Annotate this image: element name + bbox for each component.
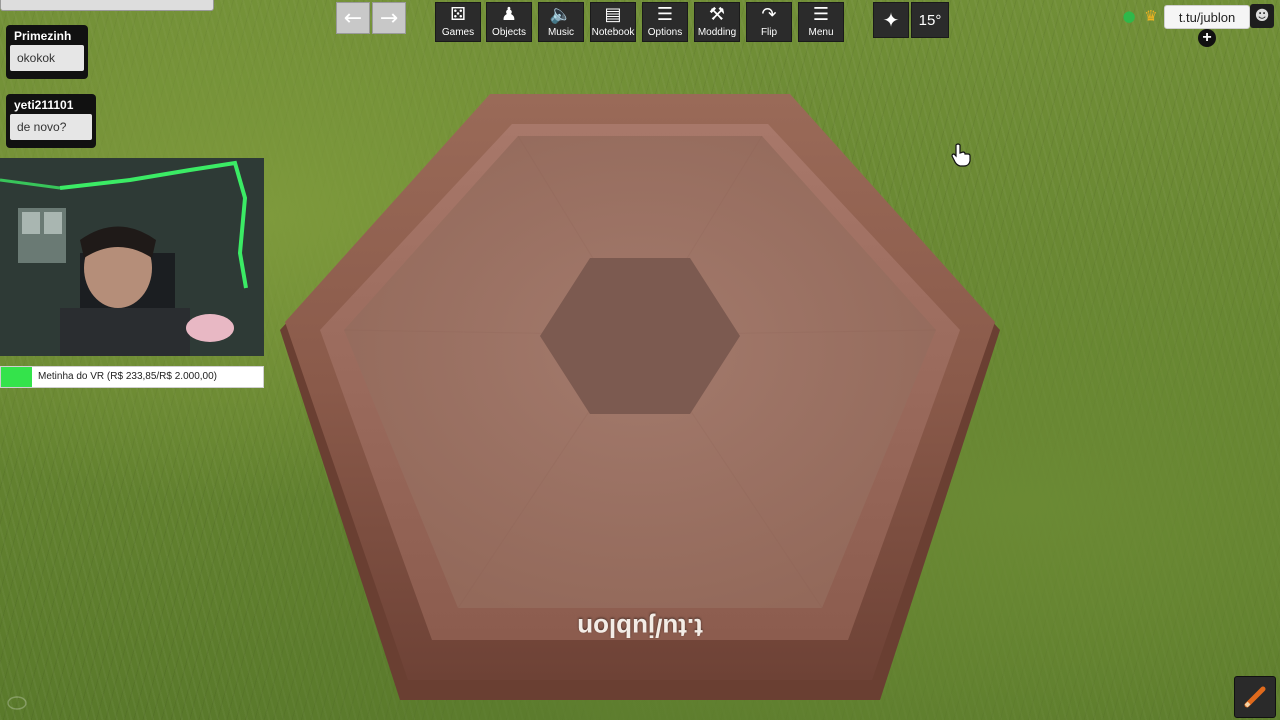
- options-button[interactable]: ☰ Options: [642, 2, 688, 42]
- chat-username: yeti211101: [14, 98, 74, 112]
- menu-icon: ☰: [812, 4, 830, 25]
- notebook-label: Notebook: [591, 27, 635, 38]
- modding-button[interactable]: ⚒ Modding: [694, 2, 740, 42]
- flip-label: Flip: [760, 27, 778, 38]
- crown-icon: ♛: [1144, 7, 1158, 25]
- chat-bubble-icon[interactable]: [6, 696, 28, 712]
- goal-progress-fill: [1, 367, 32, 387]
- options-icon: ☰: [656, 4, 674, 25]
- options-label: Options: [647, 27, 683, 38]
- arrow-right-icon[interactable]: →: [372, 2, 406, 34]
- chat-message: Primezinh okokok: [6, 25, 88, 79]
- arrow-left-icon[interactable]: ←: [336, 2, 370, 34]
- webcam-scene: [0, 158, 264, 356]
- hand-cursor-icon: [951, 143, 971, 167]
- flip-icon: ↷: [761, 4, 777, 25]
- modding-icon: ⚒: [708, 4, 726, 25]
- music-button[interactable]: 🔈 Music: [538, 2, 584, 42]
- pencil-tool-button[interactable]: [1234, 676, 1276, 718]
- avatar-icon[interactable]: ☻: [1250, 4, 1274, 28]
- goal-text: Metinha do VR (R$ 233,85/R$ 2.000,00): [38, 371, 217, 382]
- objects-icon: ♟: [500, 4, 518, 25]
- menu-label: Menu: [808, 27, 834, 38]
- notebook-icon: ▤: [604, 4, 622, 25]
- chat-text: de novo?: [10, 114, 92, 140]
- objects-label: Objects: [492, 27, 526, 38]
- modding-label: Modding: [697, 27, 737, 38]
- notebook-button[interactable]: ▤ Notebook: [590, 2, 636, 42]
- table-label: t.tu/jublon: [577, 613, 703, 643]
- rotation-angle[interactable]: 15°: [911, 2, 949, 38]
- flip-button[interactable]: ↷ Flip: [746, 2, 792, 42]
- donation-goal-bar: Metinha do VR (R$ 233,85/R$ 2.000,00): [0, 366, 264, 388]
- chat-top-bar: [0, 0, 214, 11]
- player-name[interactable]: t.tu/jublon: [1164, 5, 1250, 29]
- figure-icon[interactable]: ✦: [873, 2, 909, 38]
- chat-text: okokok: [10, 45, 84, 71]
- chat-message: yeti211101 de novo?: [6, 94, 96, 148]
- chat-username: Primezinh: [14, 29, 72, 43]
- music-label: Music: [547, 27, 575, 38]
- games-button[interactable]: ⚄ Games: [435, 2, 481, 42]
- menu-button[interactable]: ☰ Menu: [798, 2, 844, 42]
- player-green-icon: ●: [1122, 7, 1136, 25]
- games-label: Games: [441, 27, 475, 38]
- webcam-feed: [0, 158, 264, 356]
- music-icon: 🔈: [549, 4, 573, 25]
- pencil-icon: [1244, 686, 1266, 708]
- add-player-icon[interactable]: +: [1198, 29, 1216, 47]
- games-icon: ⚄: [450, 4, 466, 25]
- objects-button[interactable]: ♟ Objects: [486, 2, 532, 42]
